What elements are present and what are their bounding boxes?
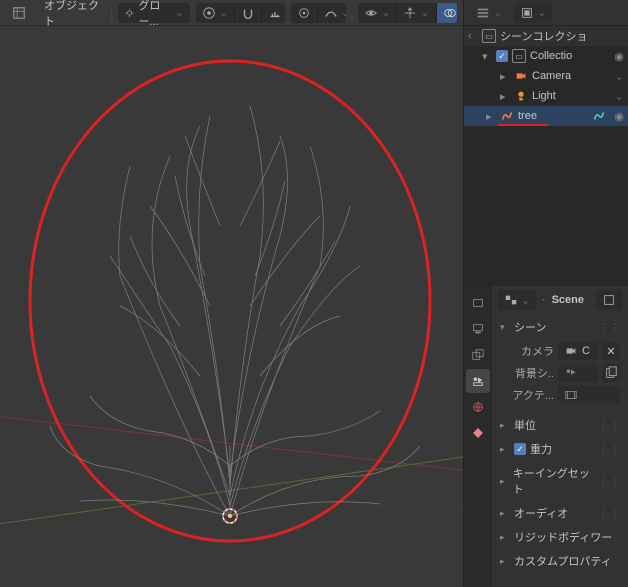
orientation-dropdown[interactable]: グロー... ⌄	[118, 3, 190, 23]
panel-header-rigid[interactable]: ▸リジッドボディワー	[498, 526, 622, 548]
outliner-header: ⌄ ⌄	[464, 0, 628, 26]
overlays-dropdown[interactable]: ⌄	[437, 3, 457, 23]
eye-icon[interactable]: ⌄	[615, 90, 624, 103]
collection-label: Collectio	[530, 50, 572, 62]
outliner-scene-collection[interactable]: ‹ ▭ シーンコレクショ	[464, 26, 628, 46]
orientation-label: グロー...	[138, 0, 172, 29]
panel-header-units[interactable]: ▸単位⋮⋮	[498, 414, 622, 436]
disclosure-triangle-icon[interactable]: ▾	[482, 50, 492, 63]
camera-value: C	[582, 345, 590, 357]
clip-icon	[564, 388, 578, 402]
scene-collection-label: シーンコレクショ	[500, 28, 587, 44]
visibility-dropdown[interactable]: ⌄	[358, 3, 397, 23]
snap-dropdown[interactable]: ⌄	[262, 3, 284, 23]
collection-icon: ▭	[482, 29, 496, 43]
curve-data-icon	[592, 109, 606, 123]
panel-title: 重力	[530, 441, 552, 457]
gizmo-dropdown[interactable]: ⌄	[397, 3, 436, 23]
panel-title: 単位	[514, 417, 536, 433]
properties-tabs	[464, 286, 492, 587]
panel-scene: ▾ シーン ⋮⋮ カメラ C ✕ 背景シ..	[498, 316, 622, 412]
scene-icon	[564, 366, 578, 380]
curve-icon	[500, 109, 514, 123]
eye-icon[interactable]: ◉	[614, 110, 624, 123]
scene-icon	[542, 293, 545, 307]
panel-header-keying[interactable]: ▸キーイングセット⋮⋮	[498, 462, 622, 500]
outliner-display-mode[interactable]: ⌄	[514, 3, 552, 23]
tab-output[interactable]	[466, 317, 490, 341]
proportional-toggle[interactable]	[291, 3, 318, 23]
properties-options[interactable]	[596, 290, 622, 310]
outliner-item-camera[interactable]: ▸ Camera ⌄	[464, 66, 628, 86]
eye-icon[interactable]: ◉	[614, 50, 624, 63]
panel-header-custom[interactable]: ▸カスタムプロパティ	[498, 550, 622, 572]
disclosure-triangle-icon[interactable]: ▸	[486, 110, 496, 123]
camera-field[interactable]: C	[558, 342, 598, 360]
viewport-3d[interactable]	[0, 26, 463, 587]
panel-header-scene[interactable]: ▾ シーン ⋮⋮	[498, 316, 622, 338]
light-icon	[514, 89, 528, 103]
tab-world[interactable]	[466, 395, 490, 419]
camera-icon	[514, 69, 528, 83]
tab-render[interactable]	[466, 291, 490, 315]
new-button[interactable]	[602, 364, 620, 382]
proportional-dropdown[interactable]: ⌄	[318, 3, 347, 23]
activeclip-field[interactable]	[558, 386, 620, 404]
pivot-dropdown[interactable]: ⌄	[196, 3, 235, 23]
item-label: Camera	[532, 70, 571, 82]
outliner: ‹ ▭ シーンコレクショ ▾ ✓ ▭ Collectio ◉ ▸ Camera …	[464, 26, 628, 286]
panel-header-audio[interactable]: ▸オーディオ⋮⋮	[498, 502, 622, 524]
collection-icon: ▭	[512, 49, 526, 63]
prop-label: 背景シ..	[512, 365, 554, 381]
panel-title: カスタムプロパティ	[514, 553, 612, 569]
outliner-item-light[interactable]: ▸ Light ⌄	[464, 86, 628, 106]
tab-scene[interactable]	[466, 369, 490, 393]
viewport-header: オブジェクト グロー... ⌄ ⌄ ⌄ ⌄	[0, 0, 463, 26]
gravity-checkbox[interactable]: ✓	[514, 443, 526, 455]
panel-title: キーイングセット	[513, 465, 590, 497]
panel-title: リジッドボディワー	[514, 529, 612, 545]
eye-icon[interactable]: ⌄	[615, 70, 624, 83]
tab-viewlayer[interactable]	[466, 343, 490, 367]
properties-header: ⌄ Scene	[498, 290, 622, 310]
clear-button[interactable]: ✕	[602, 342, 620, 360]
snap-toggle[interactable]	[235, 3, 262, 23]
outliner-item-tree[interactable]: ▸ tree ◉	[464, 106, 628, 126]
bgscene-field[interactable]	[558, 364, 598, 382]
panel-title: オーディオ	[514, 505, 568, 521]
item-label: Light	[532, 90, 556, 102]
disclosure-triangle-icon[interactable]: ▸	[500, 70, 510, 83]
properties-body: ⌄ Scene ▾ シーン ⋮⋮ カメラ C	[492, 286, 628, 587]
outliner-editor-type[interactable]: ⌄	[470, 3, 508, 23]
prop-label: カメラ	[512, 343, 554, 359]
camera-icon	[564, 344, 578, 358]
panel-header-gravity[interactable]: ▸✓重力⋮⋮	[498, 438, 622, 460]
item-label: tree	[518, 110, 537, 122]
mode-dropdown[interactable]: オブジェクト	[38, 3, 105, 23]
scene-name: Scene	[552, 294, 584, 306]
disclosure-triangle-icon[interactable]: ▸	[500, 90, 510, 103]
tab-object[interactable]	[466, 421, 490, 445]
prop-label: アクテ...	[512, 387, 554, 403]
annotation-underline	[498, 124, 548, 126]
properties-pin[interactable]: ⌄	[498, 290, 536, 310]
mode-label: オブジェクト	[44, 0, 99, 29]
collection-checkbox[interactable]: ✓	[496, 50, 508, 62]
tree-object[interactable]	[0, 26, 463, 587]
panel-title: シーン	[514, 319, 546, 335]
editor-type-dropdown[interactable]	[6, 3, 32, 23]
outliner-collection[interactable]: ▾ ✓ ▭ Collectio ◉	[464, 46, 628, 66]
